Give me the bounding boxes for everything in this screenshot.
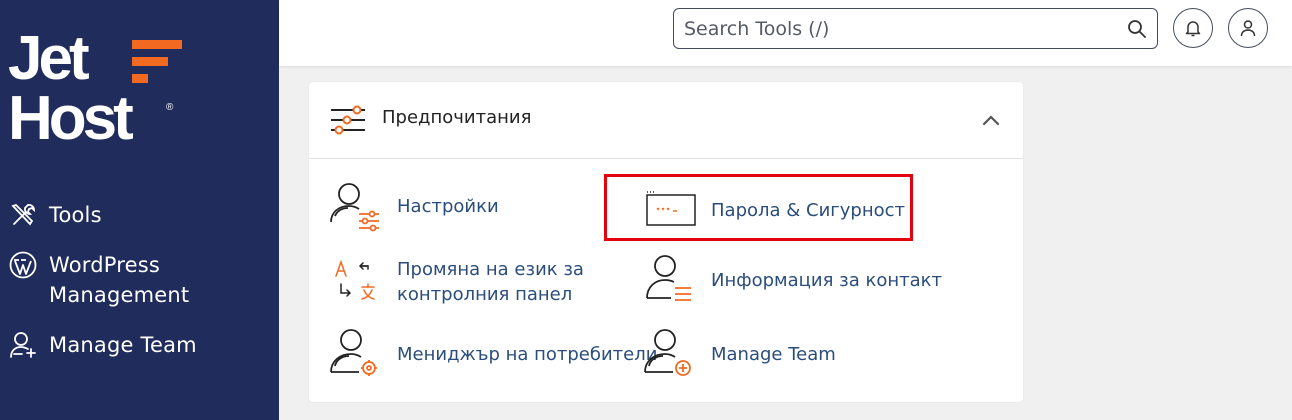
password-icon [646,191,696,226]
sidebar-item-wordpress[interactable]: WordPress Management [8,250,228,310]
tool-settings[interactable]: Настройки [327,178,499,234]
logo-registered-mark: ® [166,102,174,113]
tool-label-line2: контролния панел [397,284,573,305]
sliders-icon [331,105,365,135]
search-input[interactable] [674,17,1114,40]
sidebar-item-label: Tools [49,203,102,227]
tool-contact-info[interactable]: Информация за контакт [641,252,942,308]
tool-password-security[interactable]: Парола & Сигурност [641,182,905,238]
user-icon [1240,20,1256,37]
notifications-button[interactable] [1173,8,1213,48]
manage-team-icon [644,329,691,376]
logo-accent-bars [126,40,182,88]
tool-user-manager[interactable]: Мениджър на потребители [327,326,657,382]
top-bar [279,0,1292,66]
tool-label: Парола & Сигурност [711,199,905,221]
tool-label: Промяна на език за контролния панел [397,257,584,307]
preferences-panel-header[interactable]: Предпочитания [309,82,1023,159]
wordpress-icon [9,251,37,279]
tool-label: Информация за контакт [711,269,943,291]
contact-info-icon [646,255,691,301]
tool-manage-team[interactable]: Manage Team [641,326,836,382]
logo-text-host: Host [8,84,134,153]
language-icon [335,259,375,300]
user-manager-icon [330,329,377,376]
tool-change-language[interactable]: Промяна на език за контролния панел [327,254,584,310]
sidebar-item-tools[interactable]: Tools [8,200,102,230]
tool-label: Manage Team [711,343,836,365]
search-box[interactable] [673,8,1158,49]
preferences-panel: Предпочитания Настройки Парола & Сигурно… [309,82,1023,402]
user-settings-icon [330,183,379,232]
search-icon[interactable] [1127,19,1147,39]
tool-label: Настройки [397,195,499,217]
tools-icon [11,203,35,226]
tool-label-line1: Промяна на език за [397,259,584,280]
bell-icon [1185,21,1201,37]
add-user-icon [10,332,36,358]
jethost-logo[interactable]: Jet Host ® [8,26,188,156]
user-menu-button[interactable] [1228,8,1268,48]
sidebar-item-manage-team[interactable]: Manage Team [8,330,197,360]
chevron-up-icon[interactable] [981,112,1001,128]
logo-text-jet: Jet [8,24,90,93]
section-title: Предпочитания [382,107,532,128]
sidebar: Jet Host ® Tools WordPress Management Ma… [0,0,279,420]
sidebar-item-label: Manage Team [49,333,197,357]
sidebar-item-label: WordPress Management [49,253,190,307]
tool-label: Мениджър на потребители [397,343,658,365]
